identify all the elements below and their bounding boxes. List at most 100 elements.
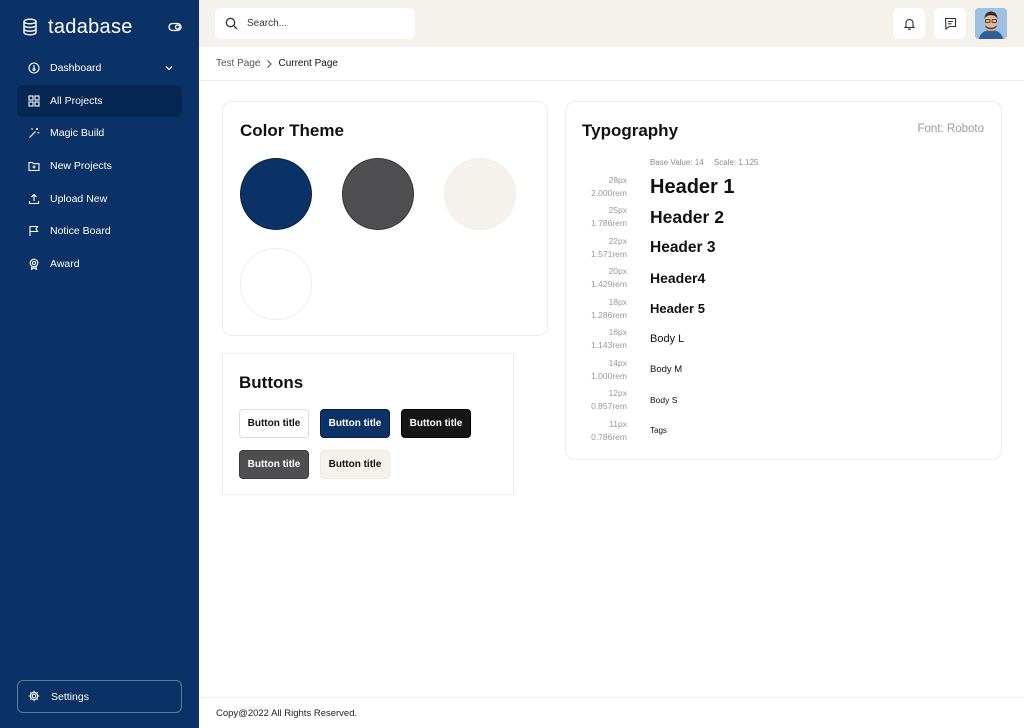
buttons-card: Buttons Button title Button title Button… — [222, 353, 514, 495]
sidebar-item-label: Notice Board — [50, 225, 111, 238]
typography-title: Typography — [582, 121, 679, 140]
size-label: 11px 0.786rem — [566, 418, 627, 444]
chevron-down-icon[interactable] — [164, 63, 174, 73]
color-swatch-white[interactable] — [240, 248, 312, 320]
bell-icon — [903, 18, 915, 30]
sidebar-item-label: Magic Build — [50, 127, 105, 140]
color-theme-title: Color Theme — [240, 121, 344, 140]
px-value: 12px — [608, 388, 627, 398]
search-box[interactable] — [215, 8, 415, 39]
messages-button[interactable] — [934, 8, 966, 39]
px-value: 14px — [608, 358, 627, 368]
size-label: 28px 2.000rem — [566, 174, 627, 200]
sample-header-1: Header 1 — [650, 176, 735, 198]
size-label: 14px 1.000rem — [566, 357, 627, 383]
typo-row-tags: 11px 0.786rem Tags — [566, 418, 1001, 446]
flag-icon — [27, 225, 40, 238]
button-black[interactable]: Button title — [401, 409, 471, 438]
typo-row-header-3: 22px 1.571rem Header 3 — [566, 235, 1001, 263]
typo-row-body-m: 14px 1.000rem Body M — [566, 357, 1001, 385]
size-label: 16px 1.143rem — [566, 326, 627, 352]
color-swatch-gray[interactable] — [342, 158, 414, 230]
button-cream[interactable]: Button title — [320, 450, 390, 479]
sample-body-s: Body S — [650, 395, 678, 405]
button-primary-navy[interactable]: Button title — [320, 409, 390, 438]
sample-tags: Tags — [650, 426, 667, 435]
base-value: Base Value: 14 — [650, 158, 704, 167]
search-input[interactable] — [247, 18, 397, 29]
upload-icon — [27, 192, 40, 205]
typo-row-header-2: 25px 1.786rem Header 2 — [566, 204, 1001, 232]
button-outline-white[interactable]: Button title — [239, 409, 309, 438]
button-gray[interactable]: Button title — [239, 450, 309, 479]
header-divider — [199, 80, 1024, 81]
sample-body-m: Body M — [650, 364, 683, 375]
notifications-button[interactable] — [893, 8, 925, 39]
color-swatch-navy[interactable] — [240, 158, 312, 230]
rem-value: 1.429rem — [591, 279, 627, 289]
rem-value: 1.286rem — [591, 310, 627, 320]
breadcrumb-parent[interactable]: Test Page — [216, 58, 260, 69]
rem-value: 1.786rem — [591, 218, 627, 228]
breadcrumb: Test Page Current Page — [216, 58, 338, 69]
color-swatch-cream[interactable] — [444, 158, 516, 230]
award-icon — [27, 258, 40, 271]
brand-logo[interactable]: tadabase — [22, 14, 133, 40]
dashboard-icon — [27, 62, 40, 75]
rem-value: 0.857rem — [591, 401, 627, 411]
avatar[interactable] — [975, 8, 1007, 39]
sidebar-item-notice-board[interactable]: Notice Board — [17, 215, 182, 247]
sidebar-item-label: Dashboard — [50, 62, 102, 74]
sidebar-item-label: Upload New — [50, 192, 108, 205]
sidebar-item-label: All Projects — [50, 94, 103, 107]
magic-wand-icon — [27, 127, 40, 140]
copyright-text: Copy@2022 All Rights Reserved. — [216, 708, 358, 719]
size-label: 20px 1.429rem — [566, 265, 627, 291]
app-name: tadabase — [48, 15, 133, 38]
rem-value: 1.571rem — [591, 249, 627, 259]
rem-value: 1.143rem — [591, 340, 627, 350]
size-label: 12px 0.857rem — [566, 387, 627, 413]
message-icon — [944, 17, 956, 30]
sidebar-item-award[interactable]: Award — [17, 248, 182, 280]
settings-label: Settings — [51, 690, 89, 703]
buttons-title: Buttons — [239, 373, 304, 392]
search-icon — [225, 17, 238, 30]
px-value: 22px — [608, 236, 627, 246]
size-label: 18px 1.286rem — [566, 296, 627, 322]
color-theme-card: Color Theme — [222, 101, 548, 336]
px-value: 20px — [608, 266, 627, 276]
px-value: 25px — [608, 205, 627, 215]
rem-value: 0.786rem — [591, 432, 627, 442]
breadcrumb-current: Current Page — [278, 58, 338, 69]
rem-value: 1.000rem — [591, 371, 627, 381]
sample-header-5: Header 5 — [650, 301, 705, 316]
px-value: 11px — [609, 419, 627, 429]
sidebar-item-all-projects[interactable]: All Projects — [17, 84, 182, 117]
sample-body-l: Body L — [650, 333, 685, 345]
sidebar: tadabase Dashboard All Projects Magic Bu… — [0, 0, 199, 728]
database-icon — [23, 18, 37, 36]
typo-row-header-5: 18px 1.286rem Header 5 — [566, 296, 1001, 324]
typography-meta: Base Value: 14 Scale: 1.125 — [650, 158, 758, 167]
topbar — [199, 0, 1024, 47]
sidebar-item-upload-new[interactable]: Upload New — [17, 183, 182, 215]
px-value: 16px — [608, 327, 627, 337]
footer: Copy@2022 All Rights Reserved. — [199, 697, 1024, 728]
sidebar-toggle-icon[interactable] — [168, 22, 182, 32]
typo-row-header-1: 28px 2.000rem Header 1 — [566, 174, 1001, 202]
settings-button[interactable]: Settings — [17, 680, 182, 713]
sample-header-2: Header 2 — [650, 207, 724, 227]
sidebar-item-new-projects[interactable]: New Projects — [17, 150, 182, 182]
typography-card: Typography Font: Roboto Base Value: 14 S… — [565, 101, 1002, 460]
size-label: 22px 1.571rem — [566, 235, 627, 261]
sidebar-item-dashboard[interactable]: Dashboard — [17, 52, 182, 84]
chevron-right-icon — [267, 59, 273, 68]
scale-value: Scale: 1.125 — [713, 158, 759, 167]
sample-header-4: Header4 — [650, 270, 706, 286]
gear-icon — [28, 690, 41, 703]
sidebar-nav: Dashboard All Projects Magic Build New P… — [17, 52, 182, 281]
grid-icon — [27, 94, 40, 107]
font-label: Font: Roboto — [917, 123, 984, 135]
sidebar-item-magic-build[interactable]: Magic Build — [17, 117, 182, 149]
